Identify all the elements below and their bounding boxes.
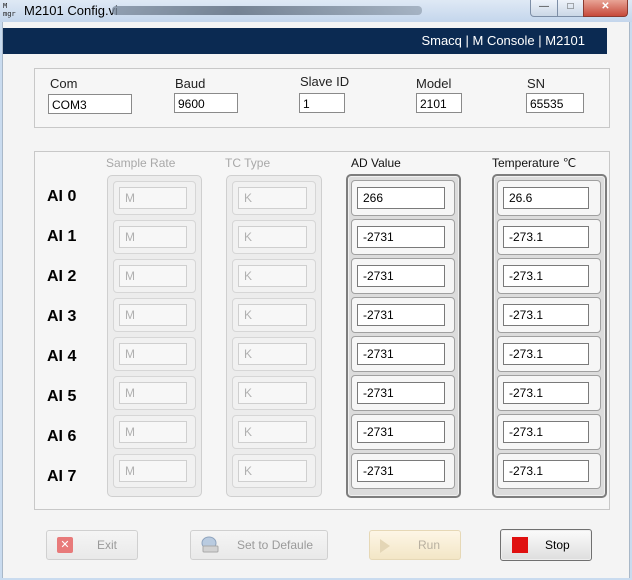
- tc-type-field: K: [238, 421, 307, 443]
- baud-label: Baud: [175, 76, 206, 91]
- tc-type-header: TC Type: [225, 156, 271, 170]
- ad-value-field: -2731: [357, 343, 445, 365]
- title-bar: Mmgr M2101 Config.vi — □ ✕: [0, 0, 632, 22]
- default-icon: [200, 536, 220, 554]
- channel-label: AI 5: [47, 388, 77, 405]
- sample-rate-field: M: [119, 226, 187, 248]
- temperature-field: -273.1: [503, 460, 589, 482]
- exit-icon: ✕: [57, 537, 73, 553]
- temperature-field: -273.1: [503, 226, 589, 248]
- set-default-label: Set to Defaule: [237, 538, 314, 552]
- temperature-field: -273.1: [503, 382, 589, 404]
- title-blur: [112, 6, 422, 15]
- sample-rate-field: M: [119, 421, 187, 443]
- run-button[interactable]: Run: [369, 530, 461, 560]
- app-icon: Mmgr: [3, 2, 16, 18]
- sample-rate-field: M: [119, 382, 187, 404]
- slave-id-field[interactable]: 1: [299, 93, 345, 113]
- sample-rate-field: M: [119, 460, 187, 482]
- ad-value-field: -2731: [357, 382, 445, 404]
- ad-value-field: -2731: [357, 460, 445, 482]
- model-label: Model: [416, 76, 452, 91]
- header-text: Smacq | M Console | M2101: [421, 33, 585, 48]
- com-label: Com: [50, 76, 78, 91]
- baud-field[interactable]: 9600: [174, 93, 238, 113]
- sn-field[interactable]: 65535: [526, 93, 584, 113]
- tc-type-field: K: [238, 265, 307, 287]
- tc-type-field: K: [238, 382, 307, 404]
- ad-value-field: 266: [357, 187, 445, 209]
- tc-type-field: K: [238, 187, 307, 209]
- ad-value-field: -2731: [357, 421, 445, 443]
- set-default-button[interactable]: Set to Defaule: [190, 530, 328, 560]
- minimize-button[interactable]: —: [530, 0, 558, 17]
- sample-rate-header: Sample Rate: [106, 156, 176, 170]
- header-bar: Smacq | M Console | M2101: [3, 28, 607, 54]
- channel-label: AI 1: [47, 228, 77, 245]
- play-icon: [380, 539, 390, 553]
- exit-button[interactable]: ✕ Exit: [46, 530, 138, 560]
- exit-label: Exit: [97, 538, 118, 552]
- model-field[interactable]: 2101: [416, 93, 462, 113]
- channel-label: AI 7: [47, 468, 77, 485]
- ad-value-field: -2731: [357, 304, 445, 326]
- temperature-field: -273.1: [503, 265, 589, 287]
- channel-label: AI 4: [47, 348, 77, 365]
- channel-label: AI 6: [47, 428, 77, 445]
- window-title: M2101 Config.vi: [24, 3, 118, 18]
- sn-label: SN: [527, 76, 546, 91]
- sample-rate-field: M: [119, 265, 187, 287]
- channel-label: AI 3: [47, 308, 77, 325]
- ad-value-field: -2731: [357, 265, 445, 287]
- ad-value-header: AD Value: [351, 156, 401, 170]
- tc-type-field: K: [238, 343, 307, 365]
- config-group: Com COM3 Baud 9600 Slave ID 1 Model 2101…: [34, 68, 610, 128]
- stop-button[interactable]: Stop: [500, 529, 592, 561]
- tc-type-field: K: [238, 226, 307, 248]
- channel-label: AI 2: [47, 268, 77, 285]
- slave-id-label: Slave ID: [300, 74, 350, 89]
- temperature-field: -273.1: [503, 421, 589, 443]
- channel-label: AI 0: [47, 188, 77, 205]
- temperature-field: -273.1: [503, 304, 589, 326]
- client-area: Smacq | M Console | M2101 Com COM3 Baud …: [2, 22, 630, 578]
- sample-rate-field: M: [119, 187, 187, 209]
- tc-type-field: K: [238, 304, 307, 326]
- stop-icon: [512, 537, 528, 553]
- sample-rate-field: M: [119, 343, 187, 365]
- stop-label: Stop: [545, 538, 570, 552]
- com-field[interactable]: COM3: [48, 94, 132, 114]
- close-button[interactable]: ✕: [583, 0, 628, 17]
- ad-value-field: -2731: [357, 226, 445, 248]
- temperature-header: Temperature ℃: [492, 156, 577, 170]
- sample-rate-field: M: [119, 304, 187, 326]
- temperature-field: 26.6: [503, 187, 589, 209]
- temperature-field: -273.1: [503, 343, 589, 365]
- tc-type-field: K: [238, 460, 307, 482]
- maximize-button[interactable]: □: [557, 0, 584, 17]
- run-label: Run: [418, 538, 441, 552]
